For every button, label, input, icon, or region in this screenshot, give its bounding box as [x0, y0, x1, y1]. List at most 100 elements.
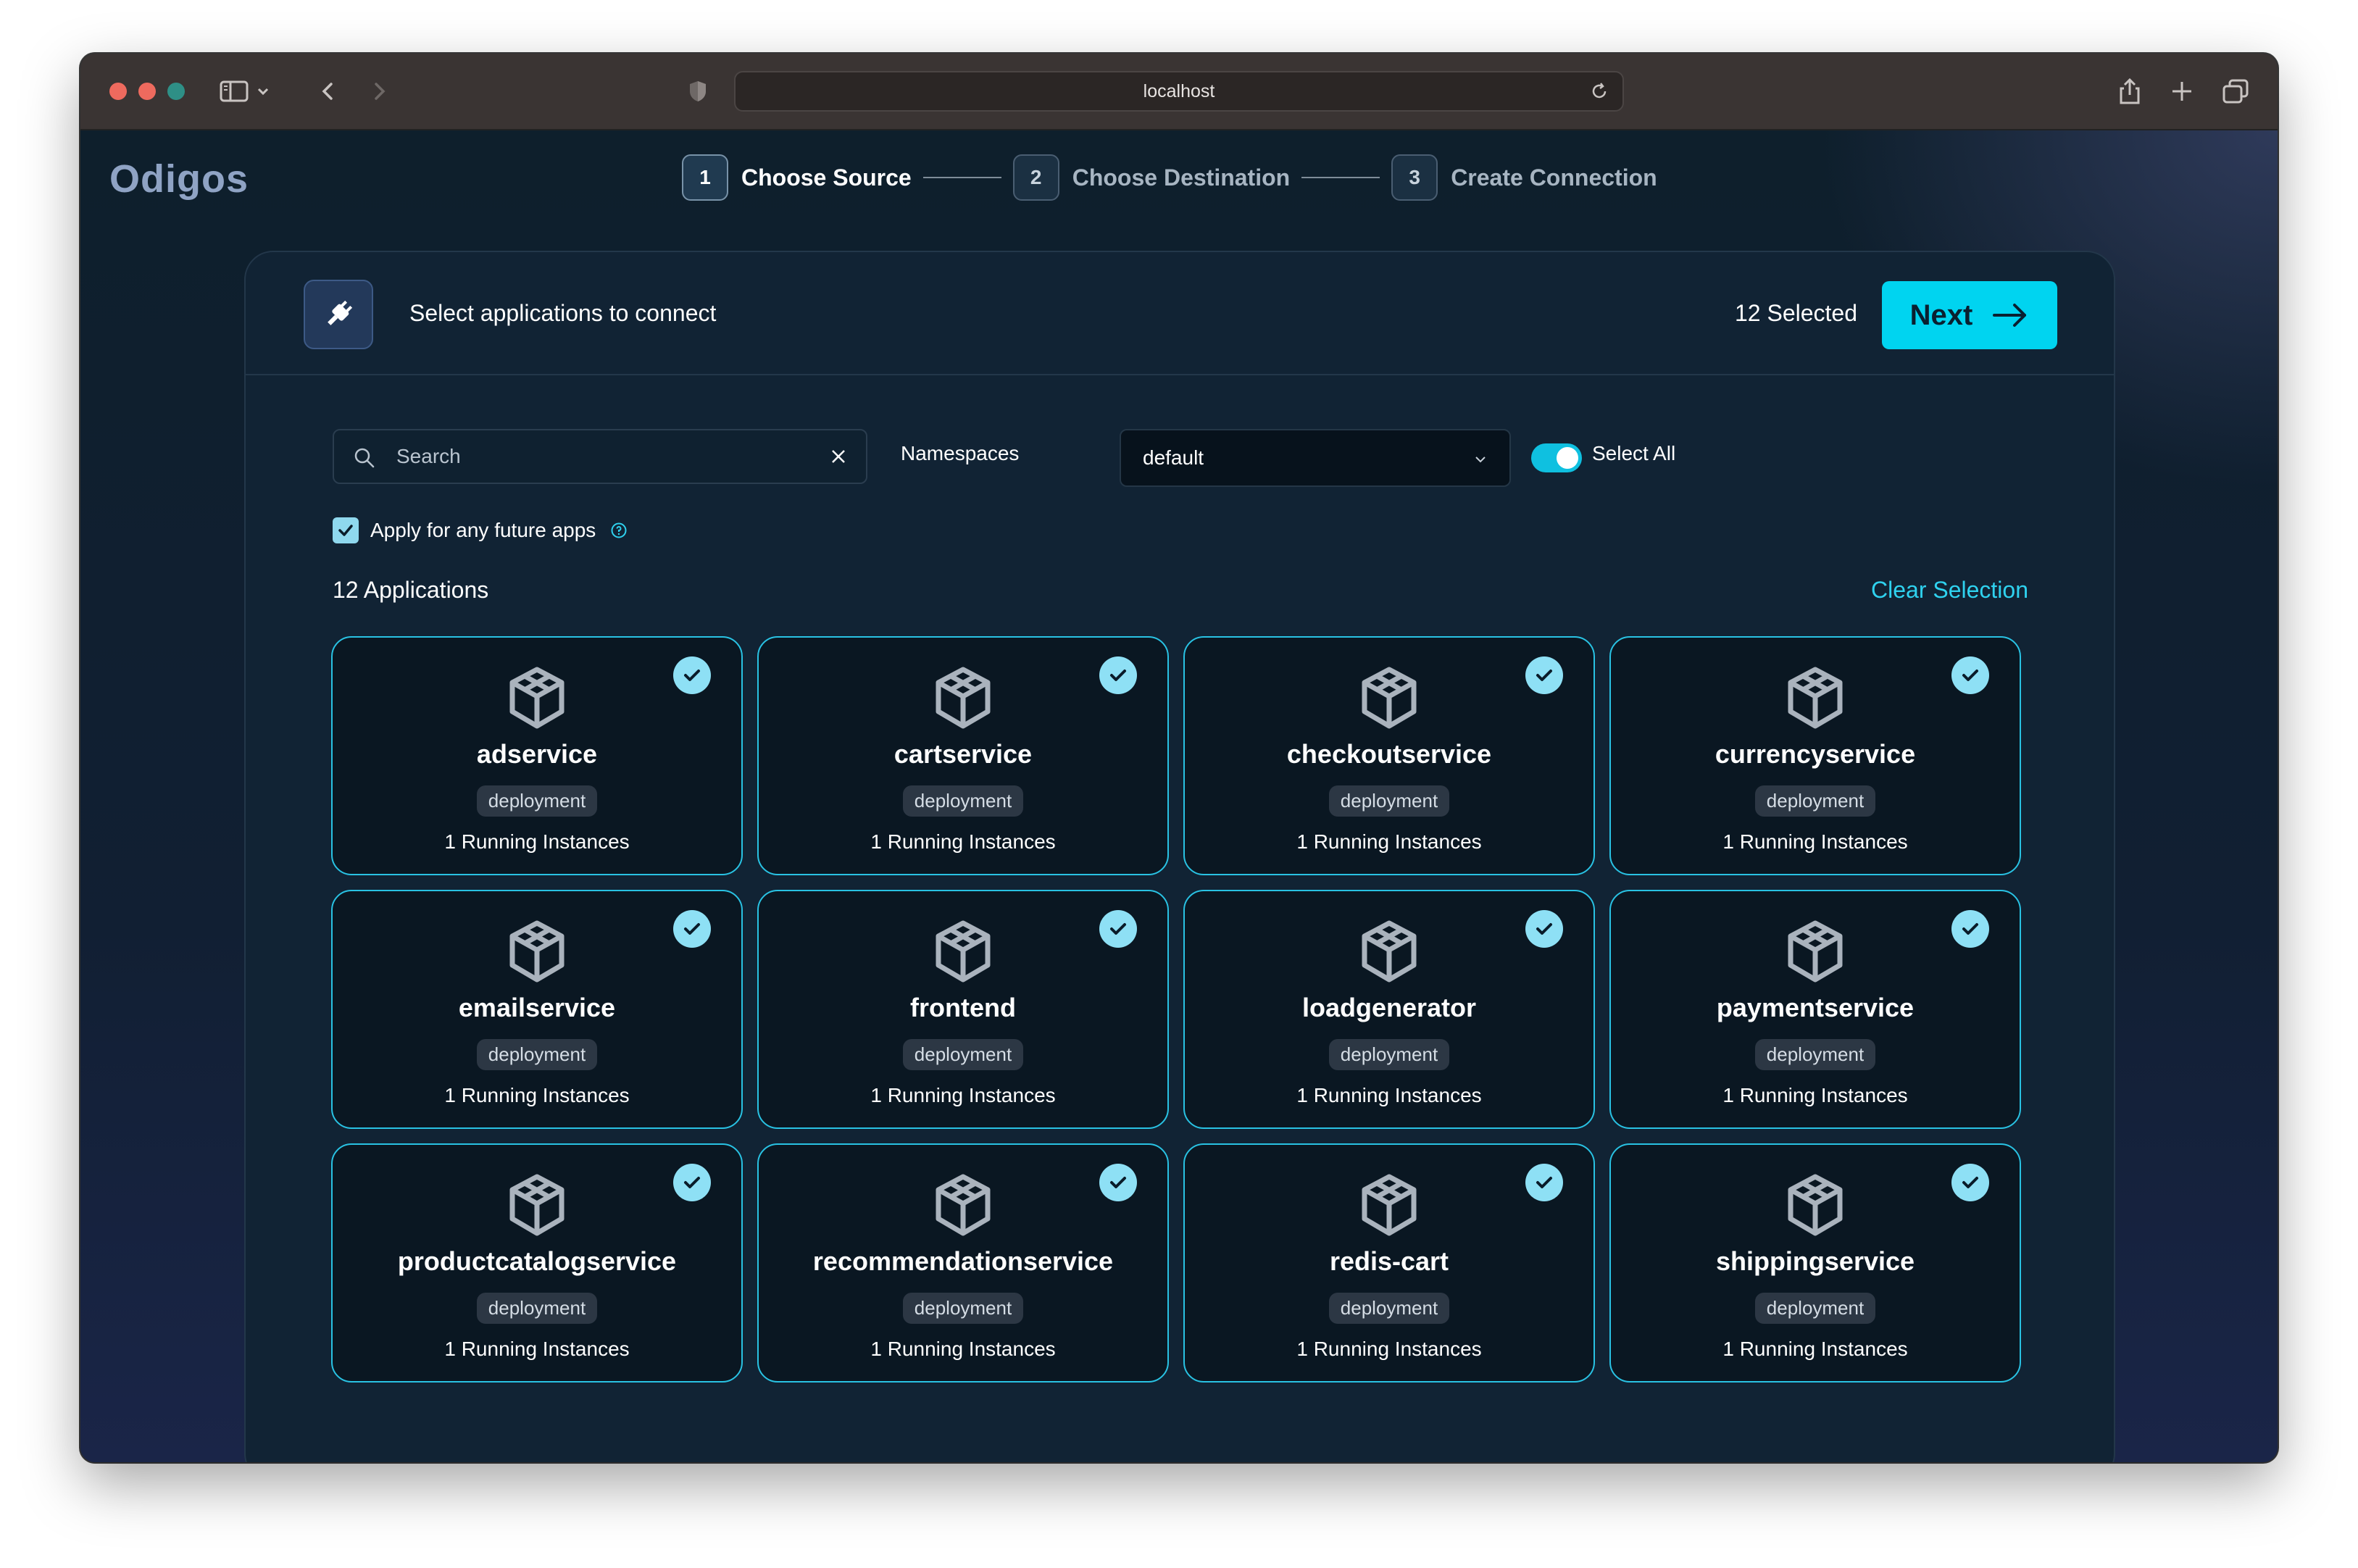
close-icon[interactable] [827, 445, 850, 468]
selected-check-icon[interactable] [1525, 656, 1563, 694]
selected-check-icon[interactable] [1525, 1164, 1563, 1201]
application-card[interactable]: recommendationservice deployment 1 Runni… [757, 1143, 1169, 1383]
step-label: Choose Source [741, 164, 912, 191]
application-card[interactable]: adservice deployment 1 Running Instances [331, 636, 743, 875]
application-name: frontend [910, 993, 1016, 1022]
step-label: Create Connection [1451, 164, 1657, 191]
selected-check-icon[interactable] [1099, 910, 1137, 948]
step-number: 2 [1012, 154, 1059, 201]
selected-check-icon[interactable] [1951, 656, 1989, 694]
application-card[interactable]: checkoutservice deployment 1 Running Ins… [1183, 636, 1595, 875]
application-card[interactable]: productcatalogservice deployment 1 Runni… [331, 1143, 743, 1383]
kind-badge-wrap: deployment [759, 1293, 1167, 1324]
application-name: adservice [476, 739, 598, 769]
panel-title: Select applications to connect [409, 300, 717, 326]
zoom-window-button[interactable] [167, 83, 185, 100]
kind-badge-wrap: deployment [1185, 785, 1593, 817]
kind-badge: deployment [476, 785, 598, 817]
browser-toolbar: localhost [80, 54, 2278, 130]
future-apps-checkbox[interactable] [333, 517, 359, 543]
kind-badge: deployment [1754, 1039, 1876, 1070]
kind-badge: deployment [902, 1293, 1024, 1324]
application-card[interactable]: loadgenerator deployment 1 Running Insta… [1183, 890, 1595, 1129]
panel-header: Select applications to connect 12 Select… [246, 252, 2114, 375]
kind-badge-wrap: deployment [759, 1039, 1167, 1070]
applications-grid: adservice deployment 1 Running Instances… [331, 636, 2021, 1383]
selected-check-icon[interactable] [673, 1164, 711, 1201]
kind-badge: deployment [902, 785, 1024, 817]
minimize-window-button[interactable] [138, 83, 156, 100]
reload-icon[interactable] [1589, 81, 1609, 101]
selected-check-icon[interactable] [1099, 1164, 1137, 1201]
running-instances: 1 Running Instances [1296, 830, 1482, 853]
tabs-overview-icon[interactable] [2220, 75, 2251, 107]
next-button-label: Next [1909, 299, 1973, 331]
deployment-cube-icon [1362, 920, 1417, 983]
application-card[interactable]: currencyservice deployment 1 Running Ins… [1609, 636, 2021, 875]
checkmark-icon [338, 525, 353, 536]
kind-badge: deployment [1328, 1293, 1450, 1324]
help-icon[interactable] [610, 522, 628, 539]
application-card[interactable]: frontend deployment 1 Running Instances [757, 890, 1169, 1129]
clear-selection-link[interactable]: Clear Selection [1871, 577, 2028, 604]
kind-badge-wrap: deployment [759, 785, 1167, 817]
next-button[interactable]: Next [1882, 281, 2057, 349]
application-name: recommendationservice [812, 1246, 1114, 1276]
select-all-label: Select All [1592, 442, 1676, 464]
browser-window: localhost Odigos 1 Choose Source 2 Choos… [80, 54, 2278, 1462]
application-card[interactable]: shippingservice deployment 1 Running Ins… [1609, 1143, 2021, 1383]
running-instances: 1 Running Instances [444, 1084, 630, 1106]
running-instances: 1 Running Instances [444, 1338, 630, 1360]
namespace-dropdown[interactable]: default [1120, 429, 1511, 487]
running-instances: 1 Running Instances [1722, 1338, 1908, 1360]
back-icon[interactable] [312, 75, 344, 107]
application-name: currencyservice [1715, 739, 1916, 769]
deployment-cube-icon [1788, 1174, 1843, 1236]
application-card[interactable]: paymentservice deployment 1 Running Inst… [1609, 890, 2021, 1129]
app-content: Odigos 1 Choose Source 2 Choose Destinat… [80, 130, 2278, 1462]
kind-badge: deployment [1754, 785, 1876, 817]
step-number: 3 [1391, 154, 1438, 201]
selected-count: 12 Selected [1734, 300, 1857, 326]
selected-check-icon[interactable] [1525, 910, 1563, 948]
deployment-cube-icon [509, 1174, 564, 1236]
selected-check-icon[interactable] [1951, 1164, 1989, 1201]
brand-logo[interactable]: Odigos [109, 157, 249, 201]
search-input[interactable]: Search [333, 429, 867, 484]
select-all-toggle[interactable] [1531, 443, 1582, 472]
setup-stepper: 1 Choose Source 2 Choose Destination 3 C… [682, 152, 1657, 203]
deployment-cube-icon [1788, 667, 1843, 729]
shield-icon[interactable] [682, 75, 714, 107]
address-bar[interactable]: localhost [734, 71, 1624, 112]
running-instances: 1 Running Instances [1722, 830, 1908, 853]
applications-count: 12 Applications [333, 577, 489, 603]
kind-badge: deployment [1328, 785, 1450, 817]
share-icon[interactable] [2114, 75, 2146, 107]
application-name: paymentservice [1716, 993, 1915, 1022]
selected-check-icon[interactable] [1951, 910, 1989, 948]
step-label: Choose Destination [1072, 164, 1291, 191]
kind-badge-wrap: deployment [1611, 1293, 2020, 1324]
sources-panel: Select applications to connect 12 Select… [244, 251, 2115, 1462]
sidebar-icon[interactable] [218, 75, 250, 107]
application-card[interactable]: redis-cart deployment 1 Running Instance… [1183, 1143, 1595, 1383]
deployment-cube-icon [509, 667, 564, 729]
application-card[interactable]: emailservice deployment 1 Running Instan… [331, 890, 743, 1129]
selected-check-icon[interactable] [1099, 656, 1137, 694]
step-number: 1 [682, 154, 728, 201]
application-card[interactable]: cartservice deployment 1 Running Instanc… [757, 636, 1169, 875]
close-window-button[interactable] [109, 83, 127, 100]
selected-check-icon[interactable] [673, 656, 711, 694]
selected-check-icon[interactable] [673, 910, 711, 948]
deployment-cube-icon [936, 1174, 991, 1236]
step-choose-source: 1 Choose Source [682, 154, 912, 201]
plug-icon [304, 280, 373, 349]
kind-badge: deployment [476, 1039, 598, 1070]
running-instances: 1 Running Instances [1296, 1338, 1482, 1360]
running-instances: 1 Running Instances [1296, 1084, 1482, 1106]
kind-badge-wrap: deployment [1611, 1039, 2020, 1070]
new-tab-icon[interactable] [2166, 75, 2198, 107]
chevron-down-icon[interactable] [254, 75, 272, 107]
search-icon [354, 448, 375, 468]
forward-icon[interactable] [363, 75, 395, 107]
